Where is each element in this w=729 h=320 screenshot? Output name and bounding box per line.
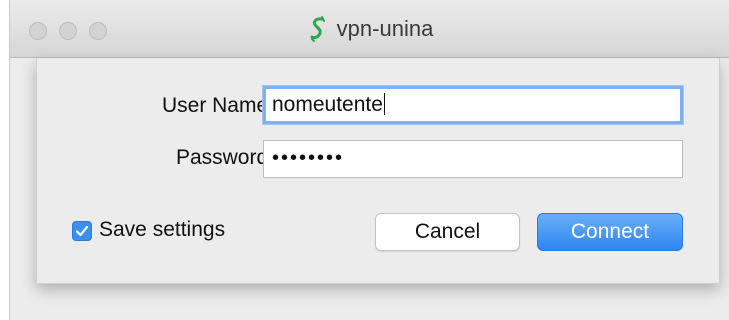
title-bar[interactable]: vpn-unina <box>10 0 729 58</box>
password-value: •••••••• <box>272 147 345 169</box>
vpn-window: vpn-unina User Name: nomeutente Password… <box>9 0 729 320</box>
login-sheet: User Name: nomeutente Password: ••••••••… <box>36 58 720 284</box>
window-title-group: vpn-unina <box>10 0 729 58</box>
cancel-button[interactable]: Cancel <box>375 213 520 251</box>
username-value: nomeutente <box>272 93 383 116</box>
save-settings-label[interactable]: Save settings <box>99 218 225 242</box>
password-label: Password: <box>175 146 274 169</box>
vpn-app-icon <box>310 16 325 42</box>
username-field[interactable]: nomeutente <box>263 86 683 124</box>
text-caret <box>383 93 385 115</box>
checkmark-icon <box>75 225 89 237</box>
username-label: User Name: <box>161 94 274 117</box>
connect-button[interactable]: Connect <box>537 213 683 251</box>
save-settings-checkbox[interactable] <box>72 221 92 241</box>
window-title: vpn-unina <box>336 16 434 41</box>
password-field[interactable]: •••••••• <box>263 140 683 178</box>
